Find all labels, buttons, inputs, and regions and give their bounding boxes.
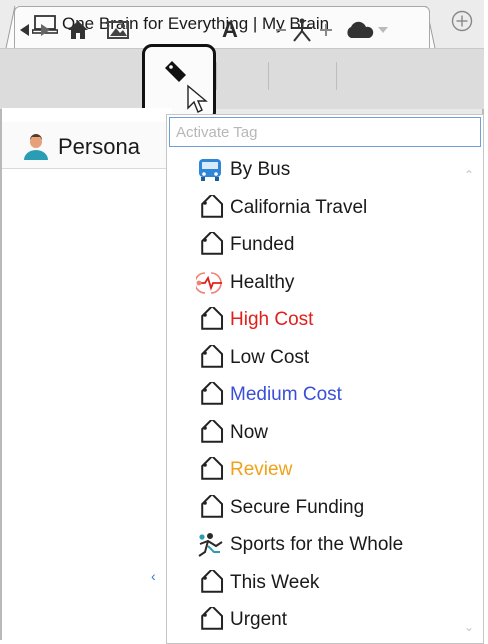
tag-item-label: Funded [230,234,295,255]
tag-item-label: By Bus [230,159,291,180]
font-size-icon[interactable]: A [222,14,238,46]
tag-item-label: Review [230,459,293,480]
tag-item-label: Urgent [230,609,288,630]
tag-item-label: Sports for the Whole [230,534,404,555]
tag-item-label: Now [230,421,269,443]
minus-icon[interactable] [276,14,288,46]
tag-icon [196,605,230,635]
tag-icon [196,305,230,335]
persona-label: Persona [58,134,140,159]
tag-item[interactable]: By Bus [196,152,456,188]
tag-item-label: Healthy [230,271,295,293]
tag-icon [196,230,230,260]
sports-icon [196,530,230,560]
tag-item-label: Medium Cost [230,384,342,405]
tag-item[interactable]: High Cost [196,302,456,338]
tag-item[interactable]: Urgent [196,602,456,638]
home-icon[interactable] [66,14,90,46]
activate-tag-input[interactable] [169,117,481,147]
toolbar-divider [336,62,337,90]
tag-icon [196,380,230,410]
tag-item[interactable]: Now [196,415,456,451]
bus-icon [196,155,230,185]
tag-item-label: Secure Funding [230,496,365,518]
scroll-down-icon[interactable]: ⌄ [464,620,474,634]
tag-item[interactable]: This Week [196,565,456,601]
scroll-up-icon[interactable]: ⌃ [464,168,474,182]
tag-item-label: High Cost [230,309,314,330]
tag-item[interactable]: California Travel [196,190,456,226]
back-forward-icon[interactable] [18,14,52,46]
left-pane-body [12,170,172,640]
plus-circle-icon[interactable] [451,10,473,37]
tag-icon [196,455,230,485]
tag-item[interactable]: Funded [196,227,456,263]
toolbar-divider [268,62,269,90]
tag-icon [196,418,230,448]
tag-item-label: This Week [230,571,320,593]
tag-icon [196,493,230,523]
chevron-left-icon[interactable]: ‹ [151,568,156,584]
tag-item-label: California Travel [230,196,368,218]
tag-icon [196,568,230,598]
tag-item[interactable]: Review [196,452,456,488]
cloud-icon[interactable] [344,14,376,46]
tag-icon [196,193,230,223]
image-icon[interactable] [106,14,132,46]
tag-item[interactable]: Medium Cost [196,377,456,413]
tag-item[interactable]: Low Cost [196,340,456,376]
cloud-dropdown-icon[interactable] [378,14,388,46]
heartbeat-icon [196,268,230,298]
toolbar-divider [216,62,217,90]
tag-item-label: Low Cost [230,346,310,368]
tag-item[interactable]: Secure Funding [196,490,456,526]
tag-icon [196,343,230,373]
layout-icon[interactable] [288,14,316,46]
toolbar [0,48,484,109]
plus-icon[interactable] [320,14,332,46]
tag-item[interactable]: Healthy [196,265,456,301]
tag-item[interactable]: Sports for the Whole [196,527,456,563]
person-icon [22,134,52,165]
